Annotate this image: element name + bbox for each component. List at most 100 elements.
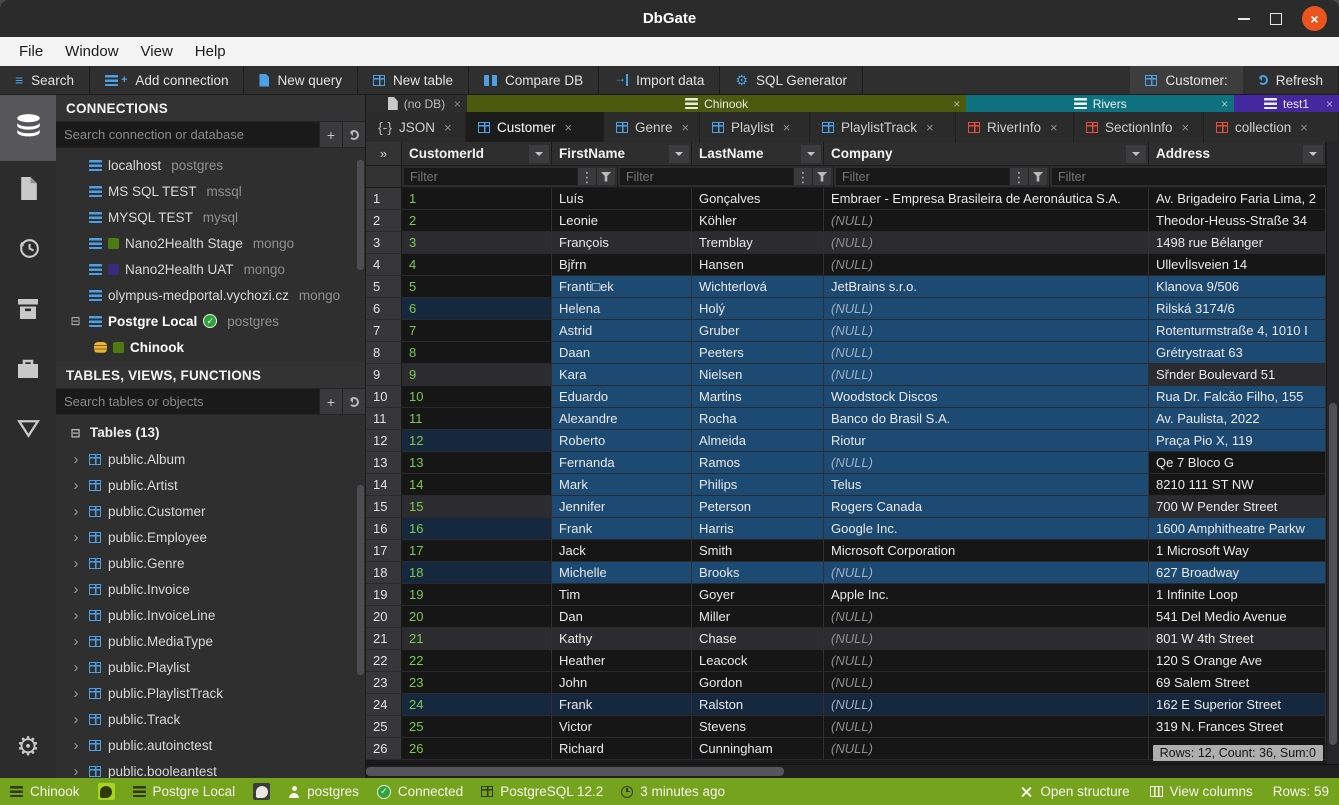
cell-address[interactable]: 319 N. Frances Street — [1149, 716, 1326, 738]
toolbar-new-table[interactable]: New table — [358, 66, 469, 94]
theme-chip[interactable] — [253, 783, 270, 800]
db-group-no-db[interactable]: (no DB)× — [366, 95, 467, 112]
cell-customerid[interactable]: 12 — [402, 430, 552, 452]
table-item-public-booleantest[interactable]: ›public.booleantest — [56, 758, 365, 778]
cell-company[interactable]: (NULL) — [824, 606, 1149, 628]
collapse-icon[interactable]: ⊟ — [68, 426, 83, 440]
row-number[interactable]: 15 — [366, 496, 402, 518]
filter-menu-button[interactable]: ⋮ — [793, 168, 812, 185]
cell-address[interactable]: 627 Broadway — [1149, 562, 1326, 584]
cell-address[interactable]: 801 W 4th Street — [1149, 628, 1326, 650]
tables-search-input[interactable] — [56, 389, 319, 414]
filter-input[interactable] — [836, 168, 1009, 185]
connection-postgre-local[interactable]: ⊟Postgre Local✓postgres — [56, 308, 365, 334]
connection-nano2health-stage[interactable]: Nano2Health Stagemongo — [56, 230, 365, 256]
cell-address[interactable]: 1 Infinite Loop — [1149, 584, 1326, 606]
connection-chinook[interactable]: Chinook — [56, 334, 365, 360]
connection-mysql-test[interactable]: MYSQL TESTmysql — [56, 204, 365, 230]
connection-localhost[interactable]: localhostpostgres — [56, 152, 365, 178]
column-dropdown-button[interactable] — [801, 145, 821, 163]
cell-address[interactable]: 1600 Amphitheatre Parkw — [1149, 518, 1326, 540]
row-number[interactable]: 17 — [366, 540, 402, 562]
toolbar-refresh[interactable]: Refresh — [1243, 66, 1339, 94]
table-item-public-invoiceline[interactable]: ›public.InvoiceLine — [56, 602, 365, 628]
row-number[interactable]: 3 — [366, 232, 402, 254]
tab-playlisttrack[interactable]: PlaylistTrack× — [810, 112, 956, 142]
cell-lastname[interactable]: Gruber — [692, 320, 824, 342]
cell-lastname[interactable]: Gonçalves — [692, 188, 824, 210]
cell-company[interactable]: (NULL) — [824, 298, 1149, 320]
column-dropdown-button[interactable] — [1303, 145, 1323, 163]
connections-nav-button[interactable] — [0, 95, 56, 161]
cell-company[interactable]: JetBrains s.r.o. — [824, 276, 1149, 298]
db-group-chinook[interactable]: Chinook× — [467, 95, 966, 112]
cell-address[interactable]: Ullevİlsveien 14 — [1149, 254, 1326, 276]
cell-customerid[interactable]: 9 — [402, 364, 552, 386]
menu-window[interactable]: Window — [54, 39, 129, 64]
add-connection-plus-button[interactable]: + — [319, 122, 342, 147]
chevron-right-icon[interactable]: › — [70, 633, 82, 650]
cell-company[interactable]: (NULL) — [824, 452, 1149, 474]
cell-customerid[interactable]: 21 — [402, 628, 552, 650]
tables-group-row[interactable]: ⊟ Tables (13) — [56, 419, 365, 446]
tab-collection[interactable]: collection× — [1204, 112, 1339, 142]
row-number[interactable]: 23 — [366, 672, 402, 694]
row-number[interactable]: 8 — [366, 342, 402, 364]
cell-customerid[interactable]: 20 — [402, 606, 552, 628]
status-postgresql-12-2[interactable]: PostgreSQL 12.2 — [481, 784, 603, 799]
cell-company[interactable]: Apple Inc. — [824, 584, 1149, 606]
column-dropdown-button[interactable] — [529, 145, 549, 163]
cell-lastname[interactable]: Chase — [692, 628, 824, 650]
cell-customerid[interactable]: 8 — [402, 342, 552, 364]
close-icon[interactable]: × — [783, 120, 791, 135]
cell-company[interactable]: (NULL) — [824, 562, 1149, 584]
cell-lastname[interactable]: Goyer — [692, 584, 824, 606]
cell-firstname[interactable]: Kara — [552, 364, 692, 386]
column-header-company[interactable]: Company — [824, 142, 1149, 166]
cell-firstname[interactable]: Mark — [552, 474, 692, 496]
row-number[interactable]: 13 — [366, 452, 402, 474]
horizontal-scrollbar[interactable] — [366, 764, 1339, 778]
close-icon[interactable]: × — [444, 120, 452, 135]
filter-funnel-button[interactable] — [596, 168, 615, 185]
chevron-right-icon[interactable]: › — [70, 555, 82, 572]
cell-lastname[interactable]: Harris — [692, 518, 824, 540]
cell-lastname[interactable]: Peterson — [692, 496, 824, 518]
cell-address[interactable]: Av. Paulista, 2022 — [1149, 408, 1326, 430]
status-postgre-local[interactable]: Postgre Local — [133, 784, 236, 799]
cell-lastname[interactable]: Philips — [692, 474, 824, 496]
toolbar-import-data[interactable]: Import data — [599, 66, 720, 94]
close-icon[interactable]: × — [953, 95, 960, 112]
row-number[interactable]: 12 — [366, 430, 402, 452]
cell-firstname[interactable]: Jennifer — [552, 496, 692, 518]
chevron-right-icon[interactable]: › — [70, 581, 82, 598]
cell-customerid[interactable]: 25 — [402, 716, 552, 738]
tab-customer[interactable]: Customer× — [466, 112, 604, 142]
cell-firstname[interactable]: Luís — [552, 188, 692, 210]
connections-refresh-button[interactable] — [342, 122, 365, 147]
cell-firstname[interactable]: Leonie — [552, 210, 692, 232]
cell-firstname[interactable]: Michelle — [552, 562, 692, 584]
cell-lastname[interactable]: Rocha — [692, 408, 824, 430]
filter-funnel-button[interactable] — [1028, 168, 1047, 185]
scrollbar-thumb[interactable] — [366, 767, 784, 776]
cell-address[interactable]: Klanova 9/506 — [1149, 276, 1326, 298]
connections-scrollbar[interactable] — [357, 160, 364, 270]
cell-customerid[interactable]: 3 — [402, 232, 552, 254]
row-number[interactable]: 19 — [366, 584, 402, 606]
cell-address[interactable]: 700 W Pender Street — [1149, 496, 1326, 518]
cell-customerid[interactable]: 7 — [402, 320, 552, 342]
status-open-structure[interactable]: Open structure — [1020, 784, 1129, 799]
chevron-right-icon[interactable]: › — [70, 685, 82, 702]
menu-file[interactable]: File — [8, 39, 54, 64]
cell-company[interactable]: (NULL) — [824, 320, 1149, 342]
cell-lastname[interactable]: Miller — [692, 606, 824, 628]
cell-lastname[interactable]: Ralston — [692, 694, 824, 716]
row-number[interactable]: 6 — [366, 298, 402, 320]
cell-firstname[interactable]: Frank — [552, 518, 692, 540]
cell-lastname[interactable]: Köhler — [692, 210, 824, 232]
cell-company[interactable]: (NULL) — [824, 232, 1149, 254]
cell-address[interactable]: 1 Microsoft Way — [1149, 540, 1326, 562]
row-number[interactable]: 20 — [366, 606, 402, 628]
table-item-public-playlist[interactable]: ›public.Playlist — [56, 654, 365, 680]
